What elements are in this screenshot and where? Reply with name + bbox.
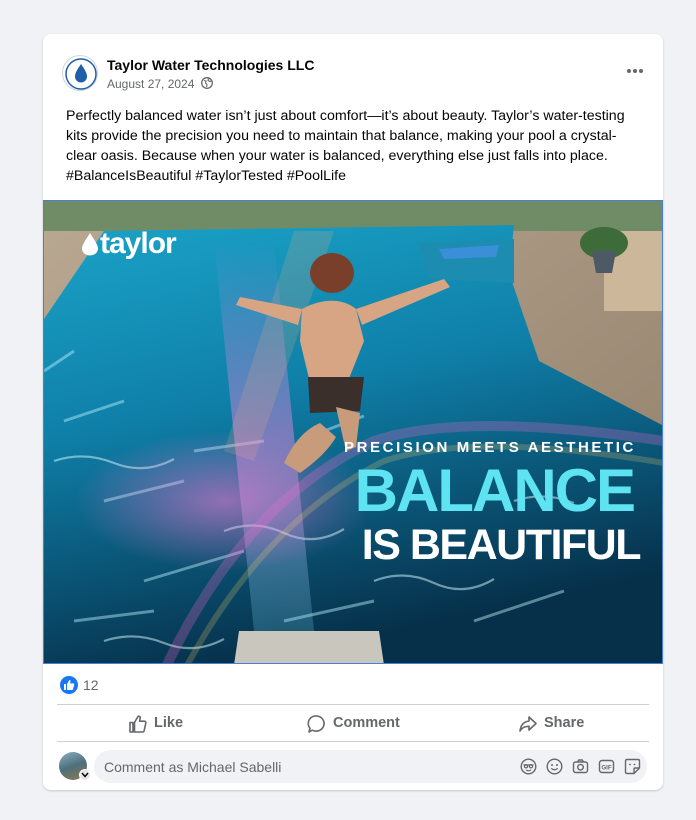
comment-composer: GIF [94, 750, 647, 783]
logo-text: taylor [100, 227, 177, 260]
comment-input[interactable] [94, 750, 494, 783]
thumbs-up-icon [129, 715, 147, 733]
post-caption: Perfectly balanced water isn’t just abou… [66, 108, 625, 184]
post-date[interactable]: August 27, 2024 [107, 77, 194, 91]
more-dots-icon [627, 69, 643, 73]
pool-scene-illustration [44, 201, 662, 663]
more-options-button[interactable] [619, 60, 651, 82]
avatar-sticker-icon[interactable] [520, 758, 537, 775]
svg-text:GIF: GIF [601, 764, 612, 771]
emoji-icon[interactable] [546, 758, 563, 775]
post-actions-bar: Like Comment Share [57, 706, 649, 740]
water-drop-icon [65, 58, 97, 90]
post-image[interactable]: taylor PRECISION MEETS AESTHETIC BALANCE… [43, 200, 663, 664]
thumbs-up-filled-icon [64, 680, 75, 690]
like-count: 12 [83, 677, 99, 693]
post-header: Taylor Water Technologies LLC August 27,… [43, 34, 663, 98]
comment-bubble-icon [307, 715, 325, 733]
divider [57, 704, 649, 705]
post-card: Taylor Water Technologies LLC August 27,… [43, 34, 663, 790]
share-arrow-icon [519, 716, 537, 732]
like-button[interactable]: Like [128, 706, 208, 740]
page-name-link[interactable]: Taylor Water Technologies LLC [107, 57, 314, 73]
image-tagline: PRECISION MEETS AESTHETIC [344, 439, 636, 456]
page-avatar[interactable] [62, 55, 98, 91]
avatar-switch-chevron[interactable] [79, 769, 91, 781]
like-label: Like [154, 715, 184, 731]
image-headline-is-beautiful: IS BEAUTIFUL [361, 521, 642, 569]
camera-icon[interactable] [572, 758, 589, 775]
image-headline-balance: BALANCE [354, 457, 636, 524]
comment-label: Comment [333, 715, 400, 731]
like-reaction-badge [60, 676, 78, 694]
share-button[interactable]: Share [518, 706, 598, 740]
divider [57, 741, 649, 742]
logo-drop-icon [82, 233, 98, 256]
comment-button[interactable]: Comment [307, 706, 417, 740]
sticker-icon[interactable] [624, 758, 641, 775]
gif-icon[interactable]: GIF [598, 758, 615, 775]
globe-icon [201, 77, 213, 89]
share-label: Share [544, 715, 585, 731]
chevron-down-icon [81, 772, 89, 778]
taylor-logo: taylor [80, 227, 177, 261]
